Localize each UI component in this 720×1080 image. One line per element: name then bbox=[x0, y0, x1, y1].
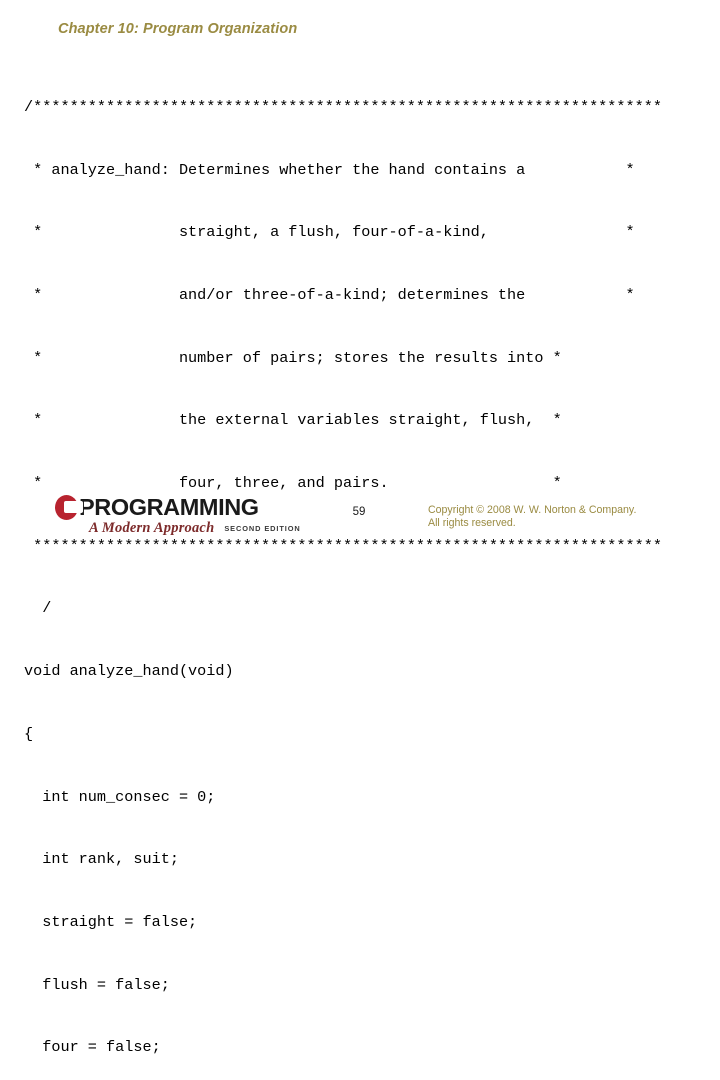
logo-word: PROGRAMMING bbox=[79, 494, 259, 520]
code-line: / bbox=[24, 599, 52, 618]
code-line: flush = false; bbox=[24, 975, 170, 994]
code-line: * straight, a flush, four-of-a-kind, * bbox=[24, 223, 635, 242]
logo-subtitle-row: A Modern Approach SECOND EDITION bbox=[89, 520, 301, 537]
logo-edition: SECOND EDITION bbox=[224, 524, 301, 533]
book-logo: PROGRAMMING A Modern Approach SECOND EDI… bbox=[55, 494, 325, 540]
code-line: void analyze_hand(void) bbox=[24, 662, 234, 681]
code-line: /***************************************… bbox=[24, 97, 662, 116]
logo-subtitle: A Modern Approach bbox=[89, 520, 215, 536]
page-title: Chapter 10: Program Organization bbox=[58, 21, 298, 37]
code-line: * analyze_hand: Determines whether the h… bbox=[24, 160, 635, 179]
code-line: four = false; bbox=[24, 1038, 161, 1057]
code-line: { bbox=[24, 724, 34, 743]
slide-footer: PROGRAMMING A Modern Approach SECOND EDI… bbox=[0, 486, 720, 540]
letter-c-icon bbox=[55, 494, 83, 520]
code-line: * and/or three-of-a-kind; determines the… bbox=[24, 285, 635, 304]
code-line: int num_consec = 0; bbox=[24, 787, 216, 806]
page-number: 59 bbox=[352, 506, 366, 518]
code-line: straight = false; bbox=[24, 912, 198, 931]
code-block: /***************************************… bbox=[24, 55, 714, 1080]
copyright-notice: Copyright © 2008 W. W. Norton & Company.… bbox=[428, 504, 636, 530]
logo-wordmark: PROGRAMMING bbox=[55, 494, 325, 520]
code-line: * number of pairs; stores the results in… bbox=[24, 348, 562, 367]
copyright-line-1: Copyright © 2008 W. W. Norton & Company. bbox=[428, 504, 637, 516]
code-line: * the external variables straight, flush… bbox=[24, 411, 562, 430]
code-line: int rank, suit; bbox=[24, 850, 179, 869]
copyright-line-2: All rights reserved. bbox=[428, 517, 516, 530]
